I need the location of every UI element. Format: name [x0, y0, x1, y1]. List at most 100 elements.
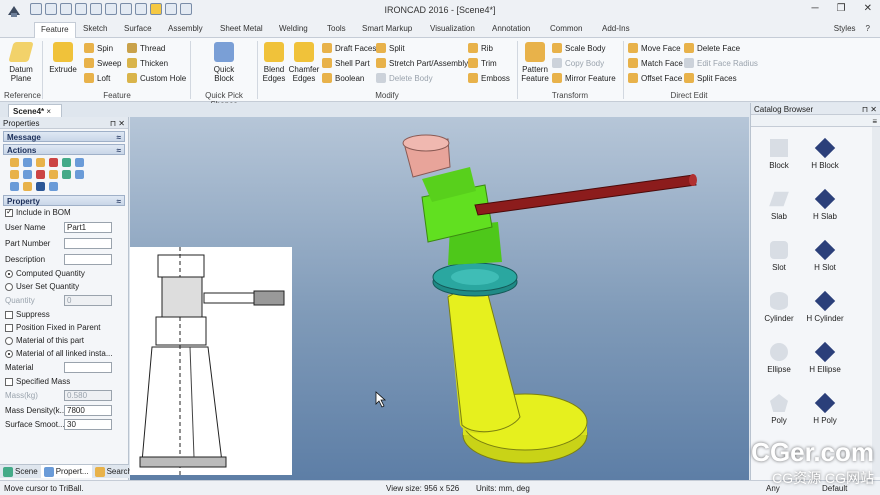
action-icon[interactable] — [49, 170, 58, 179]
close-icon[interactable]: ✕ — [864, 3, 872, 14]
spin-button[interactable]: Spin — [84, 43, 113, 53]
suppress-row[interactable]: Suppress — [0, 308, 128, 321]
help-button[interactable]: ? — [866, 24, 870, 33]
computed-quantity-row[interactable]: Computed Quantity — [0, 267, 128, 280]
tab-sketch[interactable]: Sketch — [83, 24, 107, 33]
thicken-button[interactable]: Thicken — [127, 58, 168, 68]
mass-field[interactable]: 0.580 — [64, 390, 112, 401]
shell-part-button[interactable]: Shell Part — [322, 58, 370, 68]
match-face-button[interactable]: Match Face — [628, 58, 683, 68]
message-section[interactable]: Message ≈ — [3, 131, 125, 142]
delete-body-button[interactable]: Delete Body — [376, 73, 433, 83]
description-field[interactable] — [64, 253, 112, 265]
trim-button[interactable]: Trim — [468, 58, 497, 68]
custom-hole-button[interactable]: Custom Hole — [127, 73, 186, 83]
tab-common[interactable]: Common — [550, 24, 582, 33]
catalog-item-h-poly[interactable]: H Poly — [797, 392, 853, 425]
mirror-feature-button[interactable]: Mirror Feature — [552, 73, 616, 83]
material-part-radio[interactable] — [5, 336, 13, 345]
tab-annotation[interactable]: Annotation — [492, 24, 530, 33]
user-name-field[interactable]: Part1 — [64, 221, 112, 233]
material-part-row[interactable]: Material of this part — [0, 334, 128, 347]
draft-faces-button[interactable]: Draft Faces — [322, 43, 376, 53]
tab-visualization[interactable]: Visualization — [430, 24, 475, 33]
delete-face-button[interactable]: Delete Face — [684, 43, 740, 53]
catalog-item-h-slot[interactable]: H Slot — [797, 239, 853, 272]
sweep-button[interactable]: Sweep — [84, 58, 121, 68]
extrude-button[interactable]: Extrude — [48, 42, 78, 74]
minimize-icon[interactable]: ─ — [812, 3, 819, 14]
action-icon[interactable] — [62, 170, 71, 179]
styles-menu[interactable]: Styles — [834, 24, 856, 33]
catalog-item-h-slab[interactable]: H Slab — [797, 188, 853, 221]
suppress-checkbox[interactable] — [5, 310, 13, 319]
catalog-item-h-ellipse[interactable]: H Ellipse — [797, 341, 853, 374]
tab-surface[interactable]: Surface — [124, 24, 152, 33]
action-icon[interactable] — [23, 170, 32, 179]
close-tab-icon[interactable]: × — [46, 107, 51, 116]
document-tab[interactable]: Scene4* × — [8, 104, 62, 117]
quantity-field[interactable]: 0 — [64, 295, 112, 306]
user-set-quantity-radio[interactable] — [5, 282, 13, 291]
pin-icon[interactable]: ≡ — [872, 117, 877, 126]
tab-assembly[interactable]: Assembly — [168, 24, 203, 33]
action-icon[interactable] — [49, 158, 58, 167]
specified-mass-row[interactable]: Specified Mass — [0, 375, 128, 388]
chamfer-edges-button[interactable]: Chamfer Edges — [288, 42, 320, 83]
action-icon[interactable] — [36, 158, 45, 167]
action-icon[interactable] — [36, 182, 45, 191]
action-icon[interactable] — [23, 158, 32, 167]
close-icon[interactable]: ⊓ ✕ — [110, 119, 125, 128]
user-set-quantity-row[interactable]: User Set Quantity — [0, 280, 128, 293]
material-all-radio[interactable] — [5, 349, 13, 358]
action-icon[interactable] — [75, 158, 84, 167]
catalog-scrollbar[interactable] — [872, 127, 880, 477]
action-icon[interactable] — [62, 158, 71, 167]
tab-sheet-metal[interactable]: Sheet Metal — [220, 24, 263, 33]
offset-face-button[interactable]: Offset Face — [628, 73, 682, 83]
action-icon[interactable] — [10, 158, 19, 167]
emboss-button[interactable]: Emboss — [468, 73, 510, 83]
action-icon[interactable] — [10, 182, 19, 191]
loft-button[interactable]: Loft — [84, 73, 110, 83]
blend-edges-button[interactable]: Blend Edges — [261, 42, 287, 83]
surface-field[interactable]: 30 — [64, 418, 112, 430]
split-button[interactable]: Split — [376, 43, 405, 53]
action-icon[interactable] — [10, 170, 19, 179]
tab-search[interactable]: Search — [92, 465, 135, 478]
density-field[interactable]: 7800 — [64, 405, 112, 416]
tab-properties[interactable]: Propert... — [40, 465, 92, 478]
tab-welding[interactable]: Welding — [279, 24, 308, 33]
include-bom-row[interactable]: Include in BOM — [0, 206, 128, 219]
pattern-feature-button[interactable]: Pattern Feature — [520, 42, 550, 83]
tab-feature[interactable]: Feature — [34, 22, 76, 39]
quick-block-button[interactable]: Quick Block — [204, 42, 244, 83]
action-icon[interactable] — [49, 182, 58, 191]
stretch-button[interactable]: Stretch Part/Assembly — [376, 58, 468, 68]
catalog-item-h-block[interactable]: H Block — [797, 137, 853, 170]
close-icon[interactable]: ⊓ ✕ — [862, 105, 877, 114]
thread-button[interactable]: Thread — [127, 43, 165, 53]
include-bom-checkbox[interactable] — [5, 207, 13, 217]
property-section[interactable]: Property ≈ — [3, 195, 125, 206]
tab-tools[interactable]: Tools — [327, 24, 346, 33]
tab-scene[interactable]: Scene — [0, 465, 41, 478]
action-icon[interactable] — [23, 182, 32, 191]
tab-add-ins[interactable]: Add-Ins — [602, 24, 630, 33]
scale-body-button[interactable]: Scale Body — [552, 43, 605, 53]
action-icon[interactable] — [36, 170, 45, 179]
rib-button[interactable]: Rib — [468, 43, 493, 53]
part-number-field[interactable] — [64, 237, 112, 249]
copy-body-button[interactable]: Copy Body — [552, 58, 604, 68]
position-fixed-checkbox[interactable] — [5, 323, 13, 332]
computed-quantity-radio[interactable] — [5, 269, 13, 278]
actions-section[interactable]: Actions ≈ — [3, 144, 125, 155]
specified-mass-checkbox[interactable] — [5, 377, 13, 386]
tab-smart-markup[interactable]: Smart Markup — [362, 24, 412, 33]
move-face-button[interactable]: Move Face — [628, 43, 681, 53]
material-all-row[interactable]: Material of all linked insta... — [0, 347, 128, 360]
edit-face-radius-button[interactable]: Edit Face Radius — [684, 58, 758, 68]
split-faces-button[interactable]: Split Faces — [684, 73, 737, 83]
action-icon[interactable] — [75, 170, 84, 179]
boolean-button[interactable]: Boolean — [322, 73, 364, 83]
